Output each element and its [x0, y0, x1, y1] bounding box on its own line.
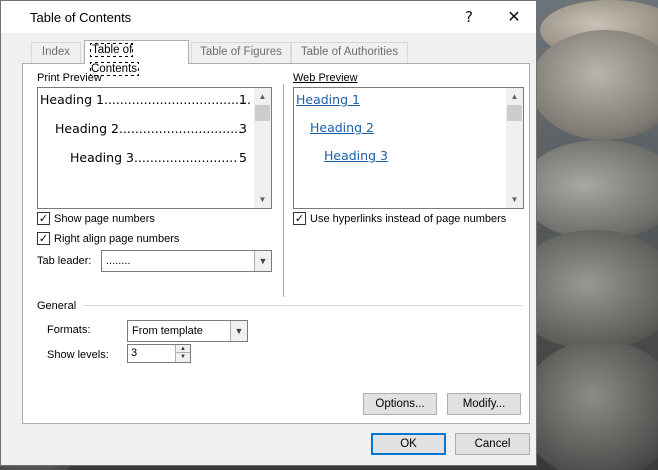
tab-leader-value: ........ [106, 255, 131, 267]
close-button[interactable]: ✕ [492, 1, 536, 33]
print-preview-page-number: 1 [239, 92, 247, 107]
options-button[interactable]: Options... [363, 393, 437, 415]
tab-leader-label: Tab leader: [37, 255, 92, 267]
print-preview-box[interactable]: Heading 1...............................… [37, 87, 272, 209]
scroll-up-icon[interactable]: ▲ [254, 88, 271, 105]
web-preview-label: Web Preview [293, 72, 358, 84]
spin-up-icon[interactable]: ▲ [176, 345, 190, 353]
spin-buttons: ▲ ▼ [175, 345, 190, 362]
scroll-thumb[interactable] [255, 105, 270, 121]
check-icon[interactable]: ✓ [37, 232, 50, 245]
web-preview-link[interactable]: Heading 2 [310, 120, 374, 135]
web-preview-scrollbar[interactable]: ▲ ▼ [506, 88, 523, 208]
formats-select[interactable]: From template ▼ [127, 320, 248, 342]
help-button[interactable]: ? [447, 1, 491, 33]
chevron-down-icon[interactable]: ▼ [254, 251, 271, 271]
tab-label: Table of Figures [200, 46, 282, 58]
show-levels-label: Show levels: [47, 349, 109, 361]
cancel-button[interactable]: Cancel [455, 433, 530, 455]
scroll-down-icon[interactable]: ▼ [506, 191, 523, 208]
dialog-title: Table of Contents [30, 10, 132, 25]
tab-label: Index [41, 46, 71, 58]
print-preview-scrollbar[interactable]: ▲ ▼ [254, 88, 271, 208]
tab-label: Table of Authorities [300, 46, 399, 58]
checkbox-label: Right align page numbers [54, 233, 180, 245]
web-preview-link[interactable]: Heading 1 [296, 92, 360, 107]
check-icon[interactable]: ✓ [37, 212, 50, 225]
tab-index[interactable]: Index [31, 42, 81, 63]
print-preview-line: Heading 3.......................... [70, 150, 238, 165]
tab-label: Table of Contents [89, 43, 140, 76]
general-group-label: General [37, 300, 77, 312]
print-preview-line: Heading 2............................... [55, 121, 243, 136]
tab-leader-select[interactable]: ........ ▼ [101, 250, 272, 272]
tab-table-of-figures[interactable]: Table of Figures [191, 42, 291, 63]
spin-down-icon[interactable]: ▼ [176, 353, 190, 361]
web-preview-label-text: Web Preview [293, 72, 358, 84]
checkbox-label: Use hyperlinks instead of page numbers [310, 213, 507, 225]
tab-panel: Print Preview Heading 1.................… [22, 63, 530, 424]
general-divider [83, 305, 523, 306]
chevron-down-icon[interactable]: ▼ [230, 321, 247, 341]
web-preview-link[interactable]: Heading 3 [324, 148, 388, 163]
scroll-up-icon[interactable]: ▲ [506, 88, 523, 105]
check-icon[interactable]: ✓ [293, 212, 306, 225]
tab-table-of-contents[interactable]: Table of Contents [84, 40, 189, 76]
vertical-divider [283, 84, 284, 297]
stone-image [530, 30, 658, 140]
stone-image [520, 140, 658, 240]
checkbox-label: Show page numbers [54, 213, 155, 225]
print-preview-line: Heading 1...............................… [40, 92, 251, 107]
scroll-down-icon[interactable]: ▼ [254, 191, 271, 208]
ok-button[interactable]: OK [371, 433, 446, 455]
tab-table-of-authorities[interactable]: Table of Authorities [291, 42, 408, 63]
stone-image [520, 340, 658, 470]
formats-label: Formats: [47, 324, 91, 336]
show-levels-value[interactable]: 3 [131, 347, 137, 359]
toc-dialog: Table of Contents ? ✕ Index Table of Con… [0, 0, 537, 466]
formats-value: From template [132, 325, 203, 337]
web-preview-box[interactable]: Heading 1 Heading 2 Heading 3 ▲ ▼ [293, 87, 524, 209]
show-levels-spinner[interactable]: 3 ▲ ▼ [127, 344, 191, 363]
modify-button[interactable]: Modify... [447, 393, 521, 415]
print-preview-page-number: 5 [239, 150, 247, 165]
print-preview-page-number: 3 [239, 121, 247, 136]
title-bar[interactable]: Table of Contents ? ✕ [1, 1, 536, 33]
scroll-thumb[interactable] [507, 105, 522, 121]
